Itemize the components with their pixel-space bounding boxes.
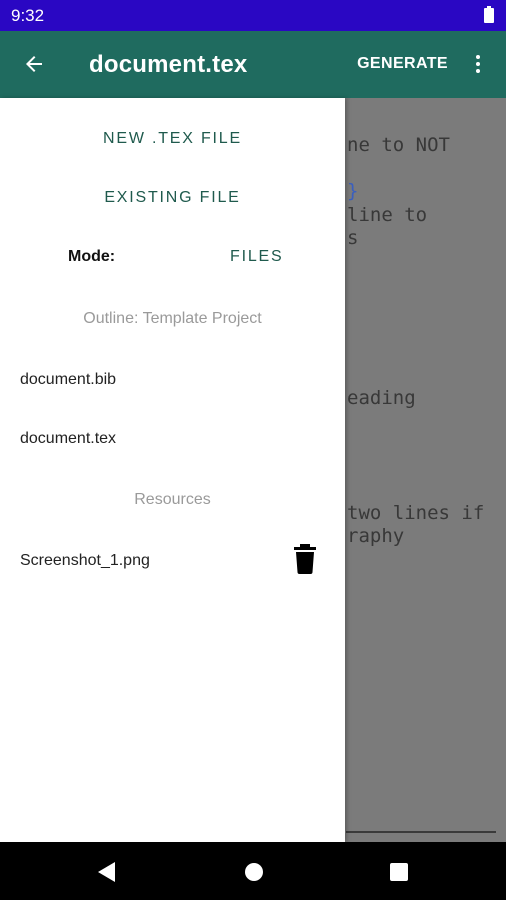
resources-header: Resources (134, 491, 211, 508)
editor-divider (346, 831, 496, 833)
app-bar: document.tex GENERATE (0, 31, 506, 98)
status-bar: 9:32 (0, 0, 506, 31)
system-nav-bar (0, 842, 506, 900)
editor-line: } (347, 180, 359, 202)
outline-item-document-tex[interactable]: document.tex (20, 430, 116, 448)
navigation-drawer: NEW .TEX FILE EXISTING FILE Mode: FILES … (0, 98, 345, 842)
mode-files-button[interactable]: FILES (230, 248, 283, 266)
editor-line: raphy (347, 525, 405, 547)
battery-full-icon (484, 6, 494, 23)
nav-home-icon[interactable] (244, 862, 264, 882)
outline-item-document-bib[interactable]: document.bib (20, 371, 116, 389)
editor-line: s (347, 227, 359, 249)
more-vert-icon[interactable] (466, 52, 490, 76)
resource-item-screenshot[interactable]: Screenshot_1.png (20, 552, 150, 570)
arrow-back-icon[interactable] (22, 52, 46, 76)
app-title: document.tex (89, 51, 248, 78)
editor-line: eading (347, 387, 416, 409)
editor-line: ne to NOT (347, 134, 450, 156)
generate-button[interactable]: GENERATE (357, 55, 448, 73)
editor-line: two lines if (347, 502, 485, 524)
editor-line: line to (347, 204, 428, 226)
existing-file-button[interactable]: EXISTING FILE (0, 189, 345, 207)
nav-recents-icon[interactable] (390, 863, 408, 881)
status-time: 9:32 (11, 6, 45, 25)
new-tex-file-button[interactable]: NEW .TEX FILE (0, 130, 345, 148)
delete-icon[interactable] (293, 544, 317, 574)
nav-back-icon[interactable] (96, 861, 116, 883)
mode-label: Mode: (68, 248, 116, 265)
outline-header: Outline: Template Project (83, 310, 262, 327)
